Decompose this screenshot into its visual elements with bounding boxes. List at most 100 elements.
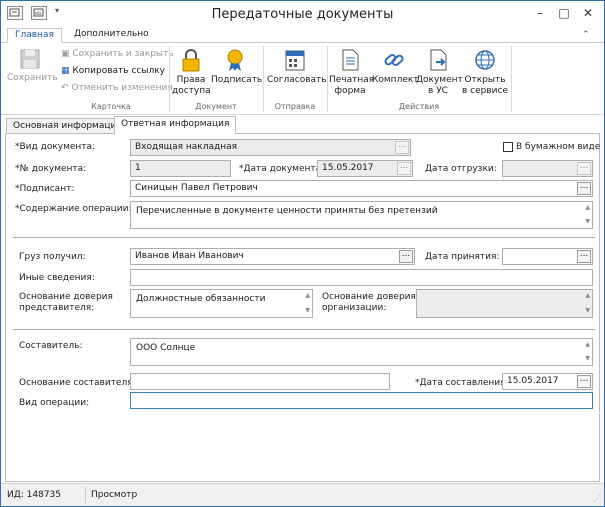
approve-button[interactable]: Согласовать [267, 48, 327, 86]
doc-type-field[interactable]: Входящая накладная ... [130, 139, 411, 156]
ribbon-tab-additional[interactable]: Дополнительно [67, 28, 156, 43]
compiler-basis-field[interactable] [130, 373, 390, 390]
doc-type-value: Входящая накладная [135, 142, 238, 152]
access-rights-button[interactable]: Права доступа [172, 48, 211, 97]
app-window: eb ▾ Передаточные документы – □ ✕ Главна… [0, 0, 605, 507]
doc-date-label: *Дата документа: [239, 164, 325, 174]
scroll-down-icon[interactable]: ▼ [585, 356, 590, 362]
rep-basis-value: Должностные обязанности [136, 294, 266, 304]
ship-date-picker-button[interactable]: ... [577, 162, 591, 175]
document-export-icon [430, 49, 447, 71]
doc-num-value: 1 [135, 163, 141, 173]
paper-label: В бумажном виде [516, 142, 601, 152]
save-close-label: Сохранить и закрыть [72, 49, 174, 59]
doc-num-field[interactable]: 1 [130, 160, 231, 177]
doc-to-us-button[interactable]: Документ в УС [416, 48, 463, 97]
content-value: Перечисленные в документе ценности приня… [136, 206, 438, 216]
cargo-select-button[interactable]: ... [399, 250, 413, 263]
doc-type-label: *Вид документа: [15, 142, 96, 152]
accept-date-label: Дата принятия: [425, 252, 500, 262]
scroll-up-icon[interactable]: ▲ [585, 342, 590, 348]
lock-icon [182, 49, 200, 72]
cargo-value: Иванов Иван Иванович [135, 251, 244, 261]
print-form-label-1: Печатная [329, 75, 375, 85]
print-form-button[interactable]: Печатная форма [329, 48, 375, 97]
scroll-up-icon[interactable]: ▲ [305, 293, 310, 299]
status-mode: Просмотр [91, 490, 138, 500]
collapse-ribbon-icon[interactable]: ⌃ [582, 30, 590, 40]
compiler-textarea[interactable]: ООО Солнце ▲ ▼ [130, 338, 593, 366]
document-icon [342, 49, 359, 71]
org-basis-label-2: организации: [322, 303, 387, 313]
signer-value: Синицын Павел Петрович [135, 183, 258, 193]
ribbon-separator [511, 46, 512, 112]
signer-select-button[interactable]: ... [577, 182, 591, 195]
compiler-value: ООО Солнце [136, 343, 196, 353]
rep-basis-textarea[interactable]: Должностные обязанности ▲ ▼ [130, 289, 313, 318]
status-id: ИД: 148735 [7, 490, 62, 500]
rep-basis-label-1: Основание доверия [19, 292, 113, 302]
scroll-up-icon[interactable]: ▲ [585, 205, 590, 211]
accept-date-picker-button[interactable]: ... [577, 250, 591, 263]
group-document-label: Документ [195, 102, 237, 111]
open-in-service-button[interactable]: Открыть в сервисе [461, 48, 509, 97]
save-close-button[interactable]: ▣ Сохранить и закрыть [61, 47, 174, 61]
scroll-down-icon[interactable]: ▼ [585, 219, 590, 225]
doc-date-field[interactable]: 15.05.2017 ... [317, 160, 413, 177]
calendar-icon [285, 50, 305, 71]
save-label: Сохранить [7, 73, 58, 83]
compiler-basis-label: Основание составителя: [19, 378, 136, 388]
scroll-down-icon[interactable]: ▼ [585, 308, 590, 314]
link-icon [384, 54, 404, 66]
doc-date-picker-button[interactable]: ... [397, 162, 411, 175]
kit-label: Комплект [372, 75, 419, 85]
tab-response-info[interactable]: Ответная информация [114, 116, 237, 134]
title-bar: eb ▾ Передаточные документы – □ ✕ [1, 1, 604, 27]
signer-field[interactable]: Синицын Павел Петрович ... [130, 180, 593, 197]
resize-grip-icon[interactable]: ⋰ [593, 494, 601, 503]
ribbon-tab-main[interactable]: Главная [7, 28, 62, 43]
group-actions-label: Действия [398, 102, 440, 111]
other-info-field[interactable] [130, 269, 593, 286]
ship-date-label: Дата отгрузки: [425, 164, 497, 174]
close-button[interactable]: ✕ [576, 3, 600, 23]
compile-date-field[interactable]: 15.05.2017 ... [502, 373, 593, 390]
rep-basis-label-2: представителя: [19, 303, 95, 313]
save-icon [20, 49, 40, 69]
status-bar: ИД: 148735 Просмотр ⋰ [1, 483, 604, 506]
scroll-down-icon[interactable]: ▼ [305, 308, 310, 314]
doc-to-us-label-2: в УС [428, 86, 448, 96]
section-divider [13, 329, 595, 330]
compile-date-picker-button[interactable]: ... [577, 375, 591, 388]
minimize-button[interactable]: – [528, 3, 552, 23]
ship-date-field[interactable]: ... [502, 160, 593, 177]
compiler-label: Составитель: [19, 341, 83, 351]
seal-icon [227, 49, 243, 71]
doc-to-us-label-1: Документ [416, 75, 463, 85]
save-button[interactable]: Сохранить [7, 48, 58, 84]
kit-button[interactable]: Комплект [372, 48, 419, 86]
doc-type-select-button[interactable]: ... [395, 141, 409, 154]
paper-checkbox[interactable] [503, 142, 513, 152]
op-type-field[interactable] [130, 392, 593, 409]
cargo-field[interactable]: Иванов Иван Иванович ... [130, 248, 415, 265]
doc-num-label: *№ документа: [15, 164, 87, 174]
sign-button[interactable]: Подписать [211, 48, 263, 86]
maximize-button[interactable]: □ [552, 3, 576, 23]
other-info-label: Иные сведения: [19, 273, 95, 283]
window-title: Передаточные документы [211, 7, 394, 22]
tab-main-info[interactable]: Основная информация [6, 118, 129, 134]
org-basis-textarea[interactable]: ▲ ▼ [416, 289, 593, 318]
ribbon-separator [169, 46, 170, 112]
content-textarea[interactable]: Перечисленные в документе ценности приня… [130, 201, 593, 229]
compile-date-value: 15.05.2017 [507, 376, 559, 386]
scroll-up-icon[interactable]: ▲ [585, 293, 590, 299]
undo-button[interactable]: ↶ Отменить изменения [61, 81, 173, 95]
sign-label: Подписать [211, 75, 263, 85]
ribbon-separator [327, 46, 328, 112]
group-card-label: Карточка [91, 102, 131, 111]
cargo-label: Груз получил: [19, 252, 86, 262]
accept-date-field[interactable]: ... [502, 248, 593, 265]
group-send-label: Отправка [274, 102, 316, 111]
copy-link-button[interactable]: ▦ Копировать ссылку [61, 64, 165, 78]
